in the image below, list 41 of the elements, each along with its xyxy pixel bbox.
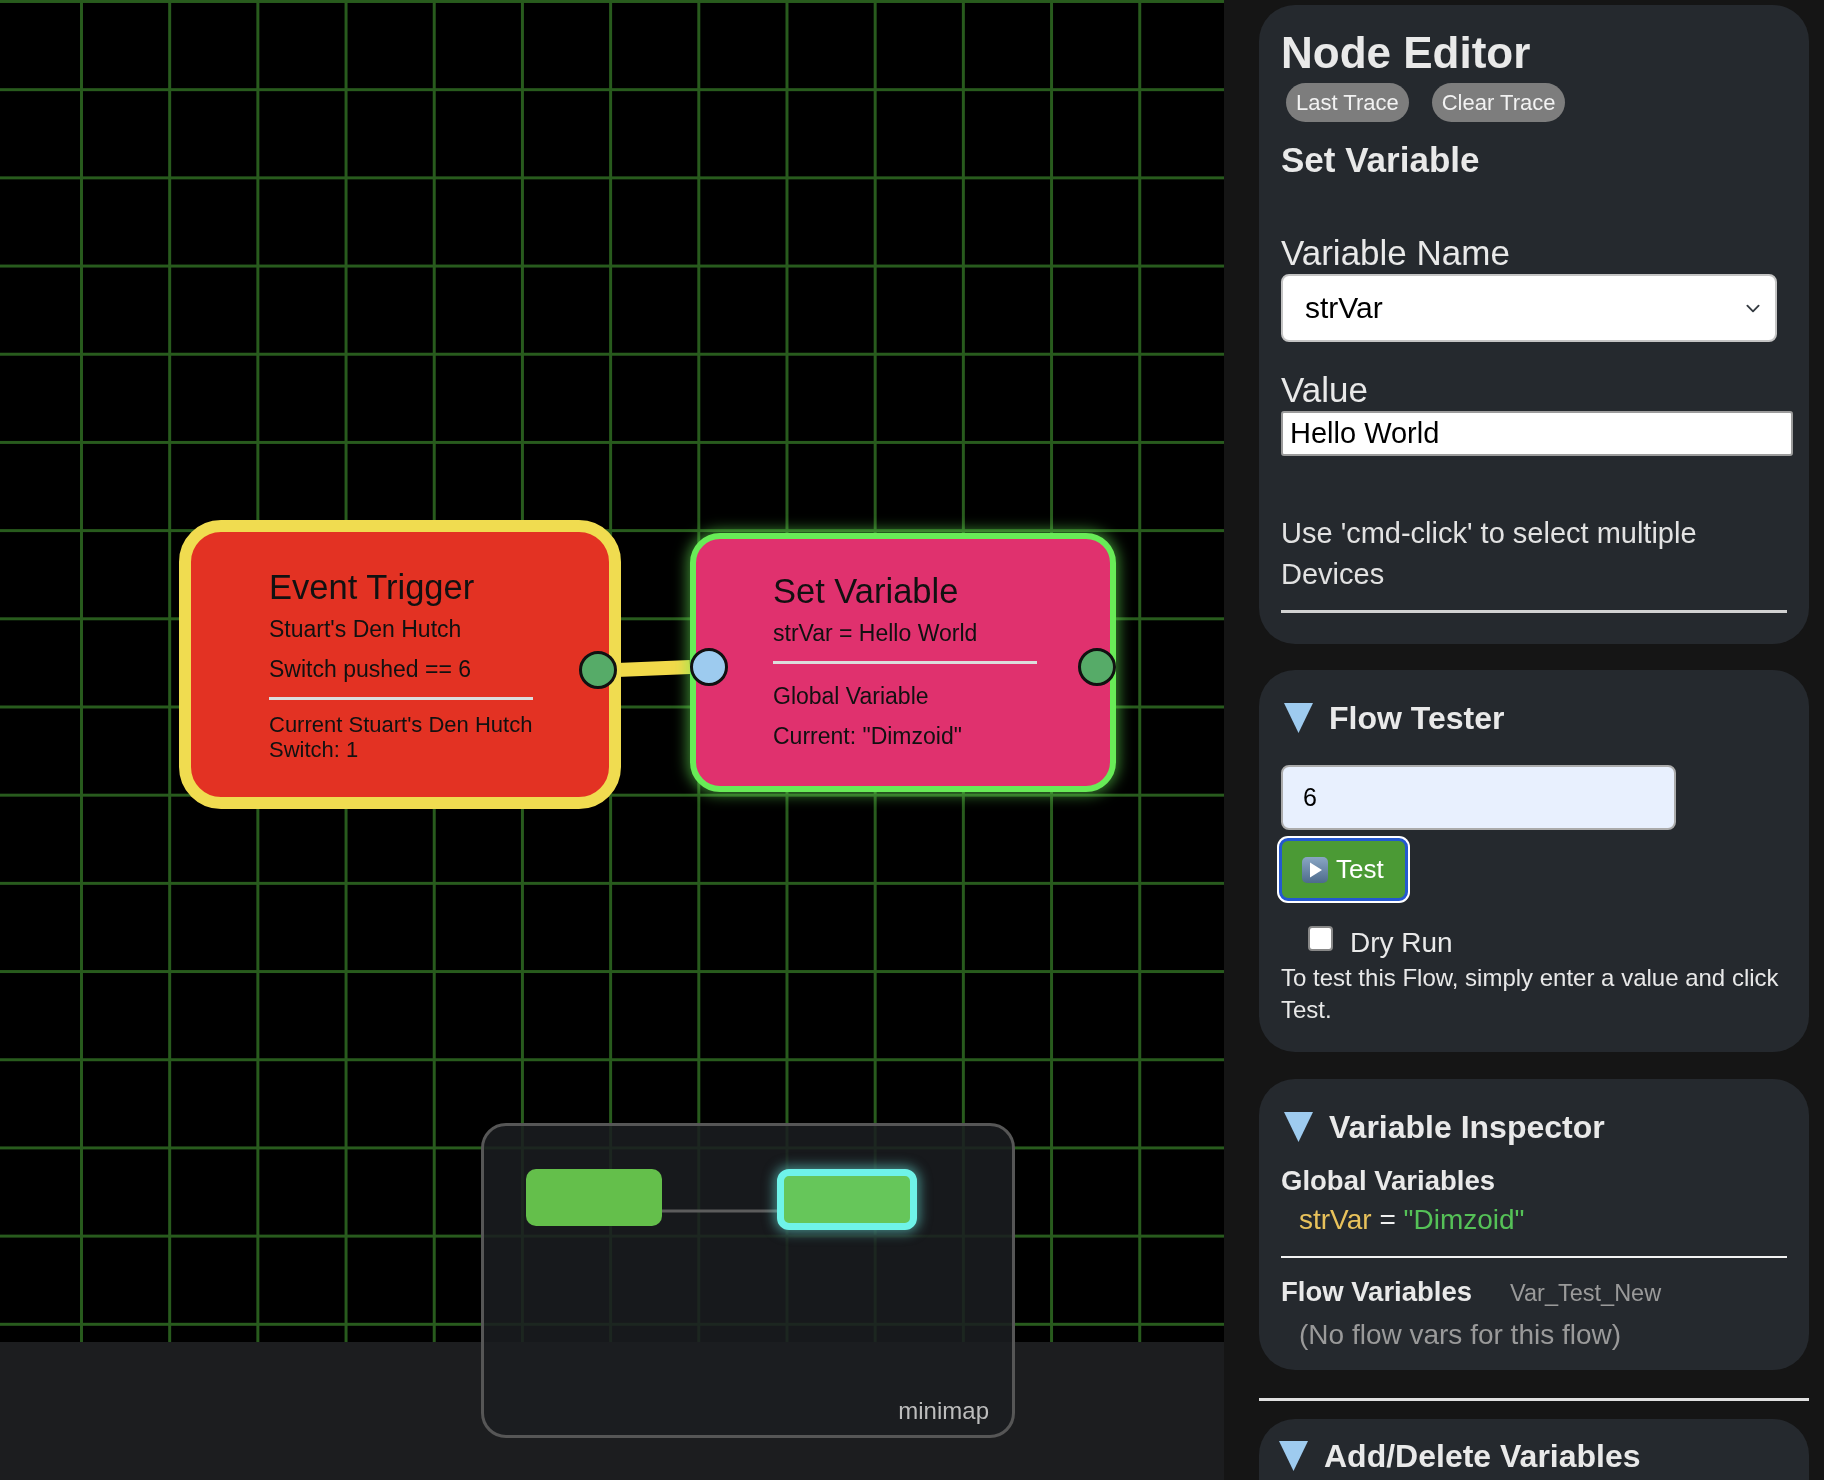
field-label: Value [1281,369,1368,411]
help-text: To test this Flow, simply enter a value and click Test. [1281,963,1780,1025]
minimap-label: minimap [898,1397,989,1425]
minimap-panel[interactable]: minimap [481,1123,1015,1438]
node-text: Stuart's Den Hutch [269,615,462,644]
node-text: Switch pushed == 6 [269,655,472,684]
dry-run-label[interactable]: Dry Run [1350,926,1453,960]
field-label: Variable Name [1281,232,1510,274]
section-title: Add/Delete Variables [1324,1437,1641,1476]
empty-state-text: (No flow vars for this flow) [1299,1318,1622,1353]
subsection-heading: Flow Variables [1281,1275,1473,1308]
triangle-icon[interactable] [1284,703,1313,733]
node-detail-text: Current Stuart's Den Hutch Switch: 1 [269,713,534,762]
node-title: Set Variable [773,571,959,612]
flow-node[interactable]: Set Variable strVar = Hello World Global Variable Current: "Dimzoid" [690,533,1116,792]
output-port-icon[interactable] [579,651,617,689]
section-title: Variable Inspector [1329,1108,1605,1146]
flow-node[interactable]: Event Trigger Stuart's Den Hutch Switch pushed == 6 Current Stuart's Den Hutch Switch: 1 [179,520,621,809]
test-button[interactable]: Test [1279,838,1408,901]
node-detail-text: Current: "Dimzoid" [773,722,962,751]
trace-button[interactable]: Last Trace [1286,83,1409,122]
node-title: Event Trigger [269,567,475,608]
help-text: Use 'cmd-click' to select multiple Devices [1281,516,1698,592]
variable-entry: strVar = "Dimzoid" [1299,1203,1525,1237]
node-detail-text: Global Variable [773,682,929,711]
play-icon [1302,856,1328,883]
variable-select[interactable]: strVar [1281,274,1777,342]
flow-name-text: Var_Test_New [1510,1279,1662,1308]
node-type-heading: Set Variable [1281,139,1480,181]
node-text: strVar = Hello World [773,619,978,648]
triangle-icon[interactable] [1284,1112,1313,1142]
section-title: Flow Tester [1329,699,1505,737]
panel-title: Node Editor [1281,29,1531,77]
input-port-icon[interactable] [690,648,728,686]
dry-run-checkbox[interactable] [1308,926,1333,951]
test-value-input[interactable]: 6 [1281,765,1676,830]
triangle-icon[interactable] [1279,1441,1308,1472]
value-input[interactable]: Hello World [1281,411,1793,456]
output-port-icon[interactable] [1078,648,1116,686]
trace-button[interactable]: Clear Trace [1431,83,1566,122]
subsection-heading: Global Variables [1281,1164,1495,1197]
